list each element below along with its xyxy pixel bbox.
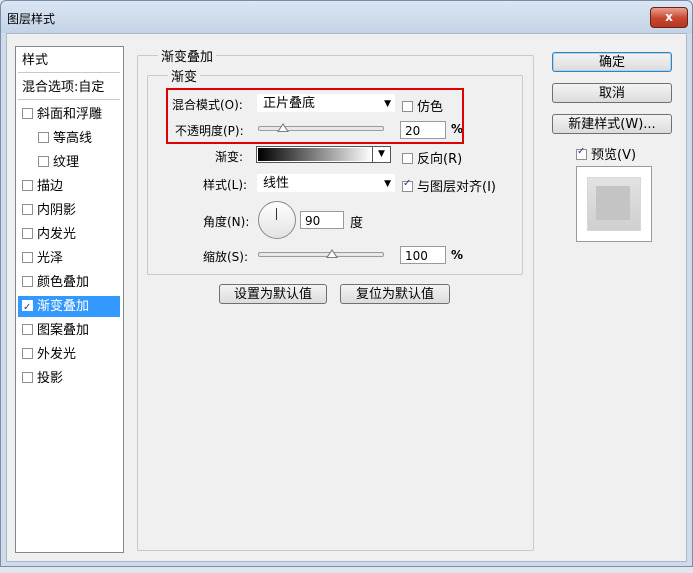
styles-list-item[interactable]: 光泽 — [18, 248, 120, 269]
styles-list-item[interactable]: 颜色叠加 — [18, 272, 120, 293]
styles-list-item[interactable]: 内发光 — [18, 224, 120, 245]
checkbox-icon[interactable] — [38, 132, 49, 143]
align-with-layer-checkbox[interactable]: 与图层对齐(I) — [402, 176, 496, 195]
scale-percent: % — [451, 248, 464, 262]
styles-list-item[interactable]: 纹理 — [18, 152, 120, 173]
angle-label: 角度(N): — [203, 215, 250, 229]
gradient-label: 渐变: — [215, 150, 244, 164]
checkbox-checked-icon — [402, 178, 413, 192]
style-label: 样式(L): — [203, 178, 248, 192]
styles-list-item[interactable]: 渐变叠加 — [18, 296, 120, 318]
checkbox-icon[interactable] — [22, 108, 33, 119]
gradient-subgroup-title: 渐变 — [168, 66, 201, 85]
checkbox-icon[interactable] — [22, 348, 33, 359]
chevron-down-icon: ▼ — [384, 179, 391, 189]
checkbox-icon[interactable] — [22, 276, 33, 287]
new-style-button[interactable]: 新建样式(W)... — [552, 114, 672, 134]
styles-list-item[interactable]: 等高线 — [18, 128, 120, 149]
checkbox-icon[interactable] — [22, 252, 33, 263]
cancel-button[interactable]: 取消 — [552, 83, 672, 103]
chevron-down-icon[interactable]: ▼ — [372, 147, 390, 162]
styles-list-item[interactable]: 描边 — [18, 176, 120, 197]
styles-list: 样式 混合选项:自定 斜面和浮雕等高线纹理描边内阴影内发光光泽颜色叠加渐变叠加图… — [15, 46, 124, 553]
checkbox-checked-icon[interactable] — [22, 297, 33, 318]
checkbox-icon[interactable] — [38, 156, 49, 167]
checkbox-icon[interactable] — [22, 324, 33, 335]
styles-list-item[interactable]: 投影 — [18, 368, 120, 389]
style-preview — [576, 166, 652, 242]
checkbox-icon[interactable] — [22, 228, 33, 239]
styles-list-item[interactable]: 内阴影 — [18, 200, 120, 221]
styles-list-item[interactable]: 外发光 — [18, 344, 120, 365]
angle-unit: 度 — [350, 216, 364, 231]
preview-checkbox[interactable]: 预览(V) — [576, 144, 636, 163]
make-default-button[interactable]: 设置为默认值 — [219, 284, 327, 304]
dialog-title: 图层样式 — [7, 12, 56, 26]
checkbox-icon[interactable] — [22, 180, 33, 191]
list-divider — [18, 72, 120, 73]
checkbox-icon — [402, 153, 413, 164]
styles-list-item[interactable]: 斜面和浮雕 — [18, 104, 120, 125]
styles-list-blend-options[interactable]: 混合选项:自定 — [18, 77, 120, 98]
scale-input[interactable]: 100 — [400, 246, 446, 264]
close-icon: x — [665, 10, 673, 24]
angle-input[interactable]: 90 — [300, 211, 344, 229]
style-select[interactable]: 线性 ▼ — [256, 173, 396, 193]
title-bar[interactable]: 图层样式 x — [1, 1, 692, 33]
reverse-checkbox[interactable]: 反向(R) — [402, 148, 462, 167]
gradient-swatch[interactable] — [258, 148, 372, 161]
angle-dial-indicator — [276, 208, 277, 220]
list-divider — [18, 99, 120, 100]
checkbox-icon[interactable] — [22, 372, 33, 383]
highlight-box — [166, 88, 464, 144]
close-button[interactable]: x — [650, 7, 688, 28]
styles-list-item[interactable]: 图案叠加 — [18, 320, 120, 341]
reset-default-button[interactable]: 复位为默认值 — [340, 284, 450, 304]
scale-label: 缩放(S): — [203, 250, 249, 264]
ok-button[interactable]: 确定 — [552, 52, 672, 72]
checkbox-checked-icon — [576, 146, 587, 160]
styles-list-header[interactable]: 样式 — [18, 50, 120, 71]
gradient-picker[interactable]: ▼ — [256, 146, 391, 163]
gradient-overlay-title: 渐变叠加 — [158, 46, 217, 65]
scale-slider-thumb[interactable] — [326, 249, 339, 258]
checkbox-icon[interactable] — [22, 204, 33, 215]
angle-dial[interactable] — [258, 201, 296, 239]
scale-slider[interactable] — [258, 252, 384, 257]
